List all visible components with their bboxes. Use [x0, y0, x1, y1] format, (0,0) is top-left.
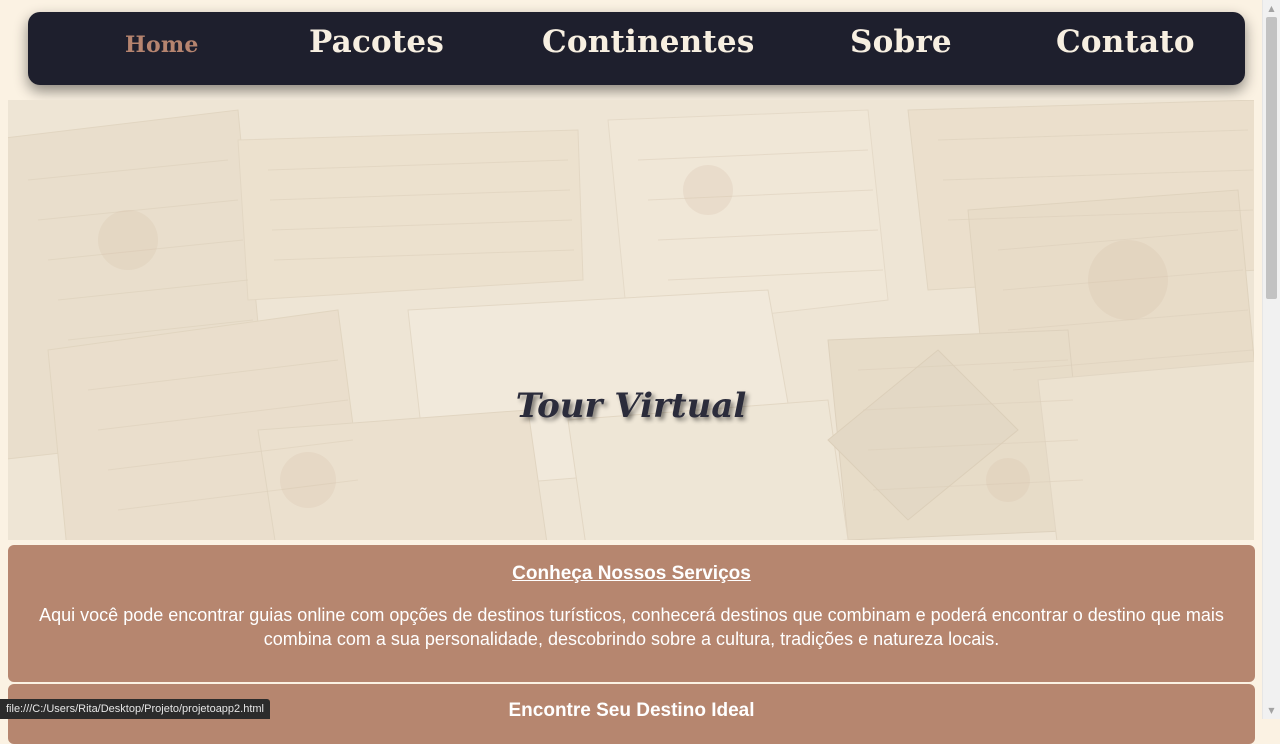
services-card: Conheça Nossos Serviços Aqui você pode e…: [8, 545, 1255, 682]
nav-sobre-link[interactable]: Sobre: [850, 12, 952, 72]
hero-banner: Tour Virtual: [8, 100, 1254, 540]
scrollbar-thumb[interactable]: [1266, 17, 1277, 299]
nav-continentes-link[interactable]: Continentes: [542, 12, 754, 72]
vertical-scrollbar[interactable]: ▲ ▼: [1262, 0, 1280, 719]
hero-title: Tour Virtual: [515, 386, 747, 426]
maps-background-image: [8, 100, 1254, 540]
top-navigation: Home Pacotes Continentes Sobre Contato: [28, 12, 1245, 85]
services-description: Aqui você pode encontrar guias online co…: [39, 605, 1224, 649]
nav-pacotes-link[interactable]: Pacotes: [309, 12, 444, 72]
nav-contato-link[interactable]: Contato: [1056, 12, 1195, 72]
nav-home-link[interactable]: Home: [125, 15, 199, 75]
scroll-up-arrow-icon[interactable]: ▲: [1263, 0, 1280, 17]
services-title: Conheça Nossos Serviços: [512, 563, 751, 584]
status-url-tooltip: file:///C:/Users/Rita/Desktop/Projeto/pr…: [0, 699, 271, 719]
scroll-down-arrow-icon[interactable]: ▼: [1263, 702, 1280, 719]
